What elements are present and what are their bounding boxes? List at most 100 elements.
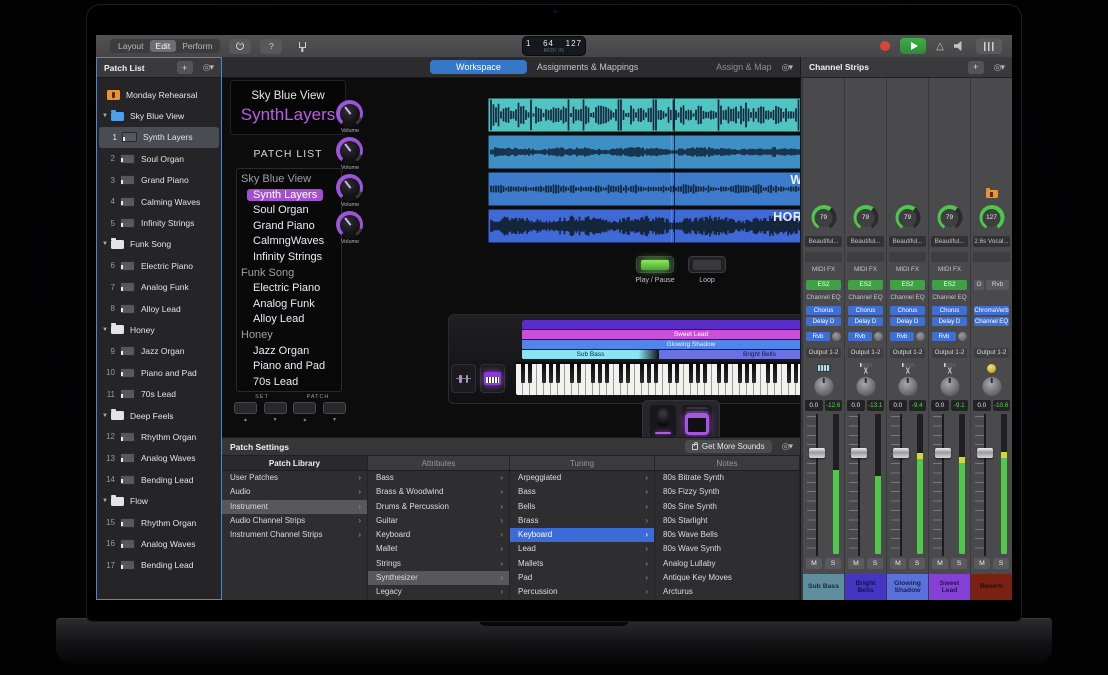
get-more-sounds-button[interactable]: Get More Sounds [685,440,772,453]
black-key[interactable] [703,364,707,383]
patch-row[interactable]: 8Alloy Lead [97,298,221,319]
instrument-slot[interactable]: ES2 [848,280,883,290]
patch-row[interactable]: 6Electric Piano [97,255,221,276]
patch-up-button[interactable] [293,402,316,414]
setting-name[interactable]: Beautiful... [889,236,926,247]
library-item[interactable]: 80s Wave Synth [655,542,799,556]
black-key[interactable] [521,364,525,383]
expression-pedal[interactable] [650,405,676,437]
tab-patch-library[interactable]: Patch Library [222,456,368,470]
screen-list-item[interactable]: Alloy Lead [237,312,341,328]
audio-fx-slot[interactable]: Delay D [890,317,925,326]
panic-button[interactable] [229,39,251,54]
set-row[interactable]: ▼Sky Blue View [97,105,221,126]
library-item[interactable]: Legacy› [368,585,509,599]
library-item[interactable]: 80s Wave Bells [655,528,799,542]
library-item[interactable]: Antique Key Moves [655,571,799,585]
library-item[interactable]: Percussion› [510,585,654,599]
audio-fx-slot[interactable]: Delay D [806,317,841,326]
instrument-slot[interactable]: ES2 [932,280,967,290]
black-key[interactable] [598,364,602,383]
patch-row[interactable]: 3Grand Piano [97,170,221,191]
audio-fx-slot[interactable]: Chorus [806,306,841,315]
library-item[interactable]: Bass› [368,471,509,485]
black-key[interactable] [752,364,756,383]
strip-level-knob[interactable]: 79 [937,205,962,230]
black-key[interactable] [738,364,742,383]
screen-list-item[interactable]: Funk Song [237,266,341,282]
audio-fx-slot[interactable]: Delay D [932,317,967,326]
solo-button[interactable]: S [909,558,925,569]
strip-level-knob[interactable]: 127 [979,205,1004,230]
black-key[interactable] [591,364,595,383]
library-item[interactable]: Bass› [510,485,654,499]
fader-handle[interactable] [977,448,993,458]
screen-list-item[interactable]: Grand Piano [237,219,341,235]
black-key[interactable] [696,364,700,383]
library-item[interactable]: Audio› [222,485,367,499]
set-row[interactable]: ▼Honey [97,319,221,340]
patch-row[interactable]: 15Rhythm Organ [97,512,221,533]
solo-button[interactable]: S [867,558,883,569]
solo-button[interactable]: S [993,558,1009,569]
send-knob[interactable] [916,332,925,341]
library-item[interactable]: Arpeggiated› [510,471,654,485]
fader-handle[interactable] [809,448,825,458]
patch-row[interactable]: 13Analog Waves [97,448,221,469]
audio-fx-slot[interactable]: Delay D [848,317,883,326]
help-button[interactable]: ? [260,39,282,54]
channel-strips-gear-menu[interactable]: ◎▾ [994,62,1004,73]
sustain-pedal[interactable] [682,405,712,437]
send-slot[interactable]: Rvb [890,332,914,341]
patch-row[interactable]: 2Soul Organ [97,148,221,169]
library-item[interactable]: Keyboard› [368,528,509,542]
black-key[interactable] [570,364,574,383]
patch-row[interactable]: 1Synth Layers [99,127,219,148]
screen-list-item[interactable]: CalmngWaves [237,234,341,250]
screen-list-item[interactable]: Sky Blue View [237,172,341,188]
set-up-button[interactable] [234,402,257,414]
black-key[interactable] [626,364,630,383]
black-key[interactable] [773,364,777,383]
library-item[interactable]: Brass & Woodwind› [368,485,509,499]
library-item[interactable]: Audio Channel Strips› [222,514,367,528]
send-slot[interactable]: Rvb [848,332,872,341]
screen-list-item[interactable]: Jazz Organ [237,344,341,360]
black-key[interactable] [556,364,560,383]
pan-knob[interactable] [814,377,833,396]
library-item[interactable]: Drums & Percussion› [368,500,509,514]
patch-row[interactable]: 7Analog Funk [97,277,221,298]
keyboard-layout-button[interactable] [480,364,505,393]
library-item[interactable]: 80s Bitrate Synth [655,471,799,485]
faders-layout-button[interactable] [451,364,476,393]
output-slot[interactable]: Output 1-2 [848,348,883,358]
set-down-button[interactable] [264,402,287,414]
mode-layout[interactable]: Layout [112,40,150,52]
pan-knob[interactable] [856,377,875,396]
mute-button[interactable]: M [890,558,906,569]
screen-list-item[interactable]: Infinity Strings [237,250,341,266]
send-knob[interactable] [958,332,967,341]
volume-knob[interactable] [336,100,363,127]
screen-list-item[interactable]: Piano and Pad [237,359,341,375]
set-row[interactable]: ▼Flow [97,490,221,511]
patch-row[interactable]: 17Bending Lead [97,555,221,576]
audio-fx-slot[interactable]: Channel EQ [974,317,1009,326]
patch-settings-gear-menu[interactable]: ◎▾ [782,441,792,452]
screen-list-item[interactable]: Synth Layers [237,188,341,204]
patch-row[interactable]: 10Piano and Pad [97,362,221,383]
instrument-slot[interactable]: ES2 [806,280,841,290]
play-button[interactable] [900,38,926,54]
black-key[interactable] [577,364,581,383]
volume-knob[interactable] [336,211,363,238]
fader-handle[interactable] [851,448,867,458]
solo-button[interactable]: S [951,558,967,569]
patch-row[interactable]: 9Jazz Organ [97,341,221,362]
tab-notes[interactable]: Notes [655,456,800,470]
tab-assignments-mappings[interactable]: Assignments & Mappings [537,62,639,72]
concert-row[interactable]: Monday Rehearsal [97,84,221,105]
black-key[interactable] [689,364,693,383]
output-slot[interactable]: Output 1-2 [974,348,1009,358]
library-item[interactable]: Analog Lullaby [655,557,799,571]
set-row[interactable]: ▼Funk Song [97,234,221,255]
